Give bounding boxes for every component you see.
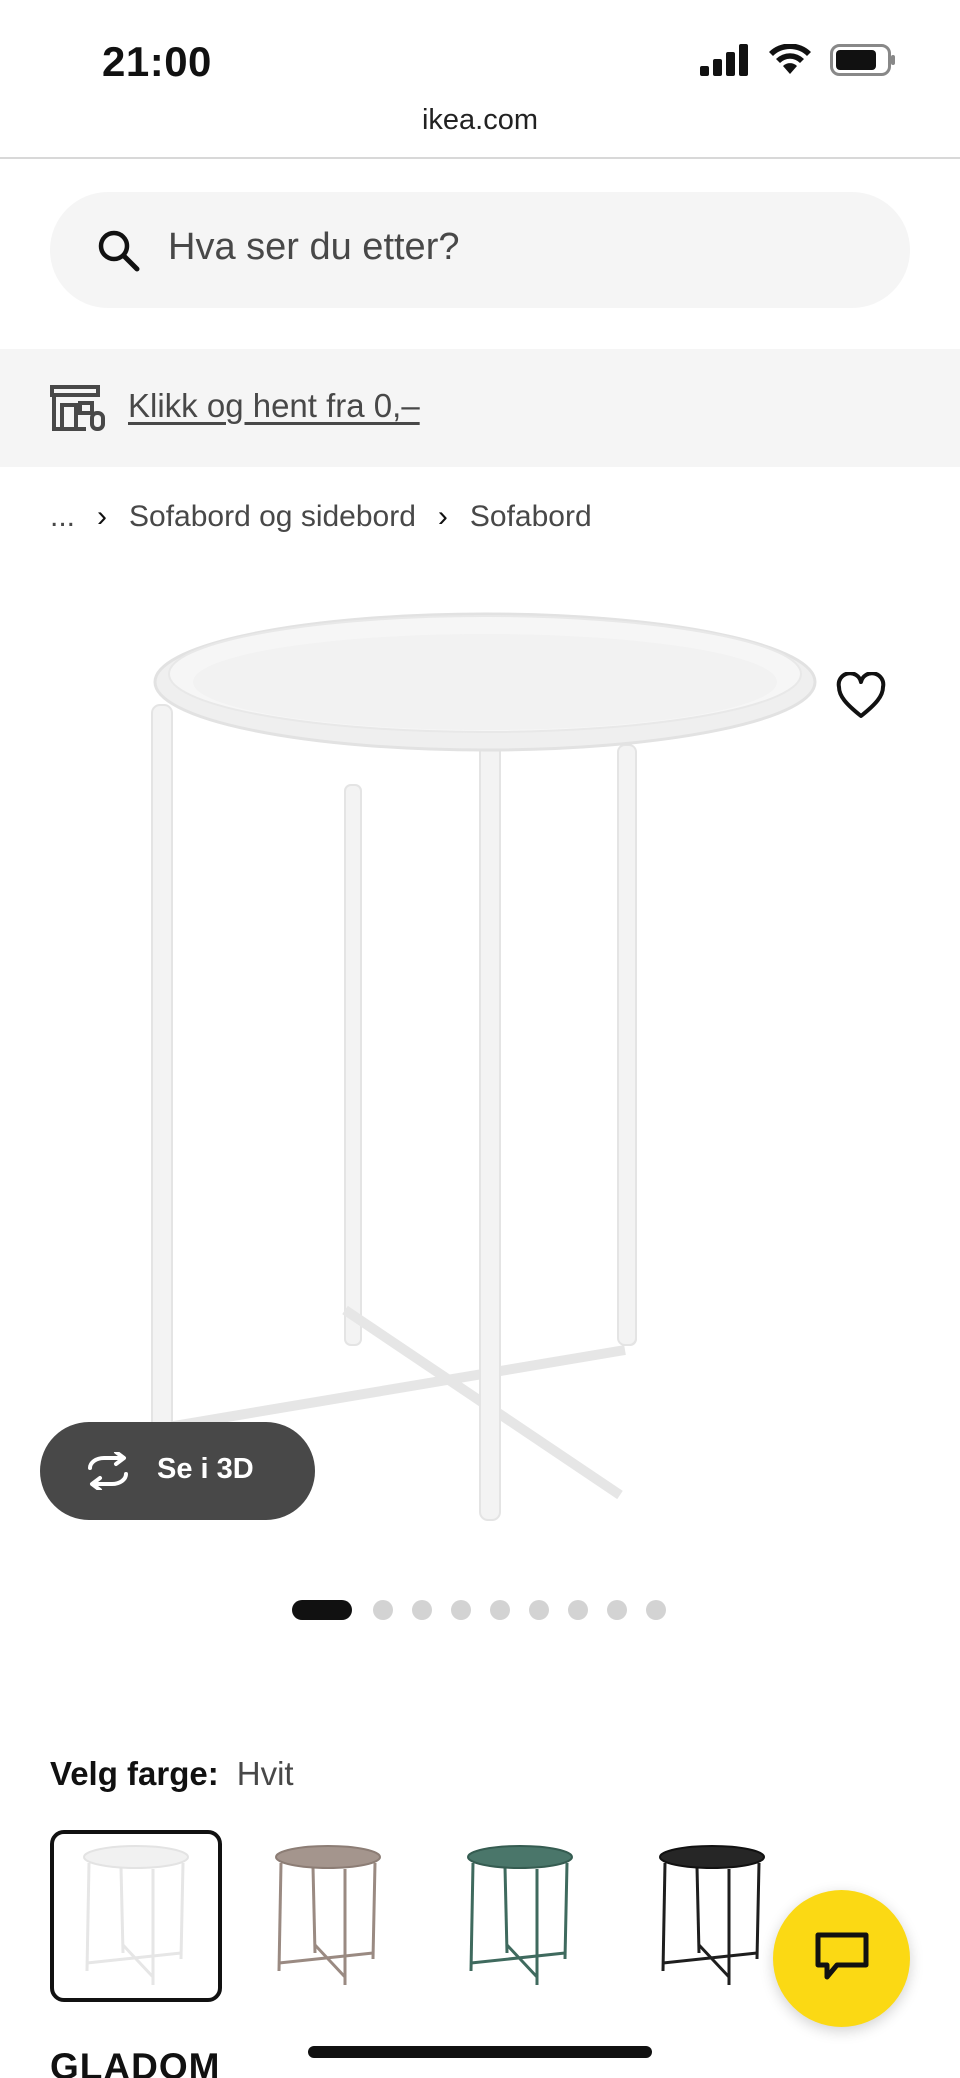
color-swatches: [50, 1830, 818, 2002]
color-label: Velg farge:: [50, 1755, 219, 1792]
swatch-white[interactable]: [50, 1830, 222, 2002]
carousel-dot[interactable]: [490, 1600, 510, 1620]
table-thumbnail-black: [659, 1845, 765, 1985]
product-image[interactable]: [140, 590, 840, 1550]
promo-banner: Klikk og hent fra 0,–: [0, 349, 960, 467]
view-in-3d-button[interactable]: Se i 3D: [40, 1422, 315, 1520]
table-thumbnail-green: [467, 1845, 573, 1985]
breadcrumb-item-ellipsis[interactable]: ...: [50, 500, 75, 534]
chevron-right-icon: ›: [437, 500, 448, 533]
color-value: Hvit: [236, 1755, 294, 1792]
carousel-dot-active[interactable]: [292, 1600, 352, 1620]
carousel-dot[interactable]: [412, 1600, 432, 1620]
chat-icon: [815, 1932, 869, 1980]
breadcrumb: ... › Sofabord og sidebord › Sofabord: [50, 500, 592, 534]
home-indicator: [308, 2046, 652, 2058]
browser-url[interactable]: ikea.com: [0, 104, 960, 137]
status-icons: [700, 44, 896, 76]
carousel-dot[interactable]: [451, 1600, 471, 1620]
view-in-3d-label: Se i 3D: [157, 1453, 254, 1485]
swatch-dark-green[interactable]: [434, 1830, 606, 2002]
promo-link[interactable]: Klikk og hent fra 0,–: [128, 387, 420, 425]
rotate-3d-icon: [88, 1452, 128, 1490]
chat-button[interactable]: [773, 1890, 910, 2027]
swatch-black[interactable]: [626, 1830, 798, 2002]
battery-icon: [830, 44, 895, 76]
heart-icon[interactable]: [836, 672, 886, 722]
breadcrumb-item-sofabord-og-sidebord[interactable]: Sofabord og sidebord: [129, 500, 416, 534]
color-selector-label: Velg farge: Hvit: [50, 1755, 294, 1793]
chevron-right-icon: ›: [97, 500, 108, 533]
carousel-dot[interactable]: [607, 1600, 627, 1620]
breadcrumb-item-sofabord[interactable]: Sofabord: [470, 500, 592, 534]
status-bar: 21:00: [0, 0, 960, 100]
search-placeholder: Hva ser du etter?: [168, 226, 460, 268]
status-time: 21:00: [102, 38, 212, 85]
wifi-icon: [769, 44, 811, 74]
search-input[interactable]: Hva ser du etter?: [50, 192, 910, 308]
swatch-beige[interactable]: [242, 1830, 414, 2002]
carousel-dot[interactable]: [646, 1600, 666, 1620]
store-pickup-icon: [50, 385, 105, 431]
table-thumbnail-beige: [275, 1845, 381, 1985]
carousel-dot[interactable]: [529, 1600, 549, 1620]
carousel-dot[interactable]: [568, 1600, 588, 1620]
cellular-signal-icon: [700, 44, 748, 76]
product-name: GLADOM: [50, 2046, 221, 2078]
search-icon: [98, 230, 140, 272]
url-divider: [0, 157, 960, 159]
carousel-indicator: [292, 1600, 685, 1620]
table-thumbnail-white: [83, 1845, 189, 1985]
carousel-dot[interactable]: [373, 1600, 393, 1620]
